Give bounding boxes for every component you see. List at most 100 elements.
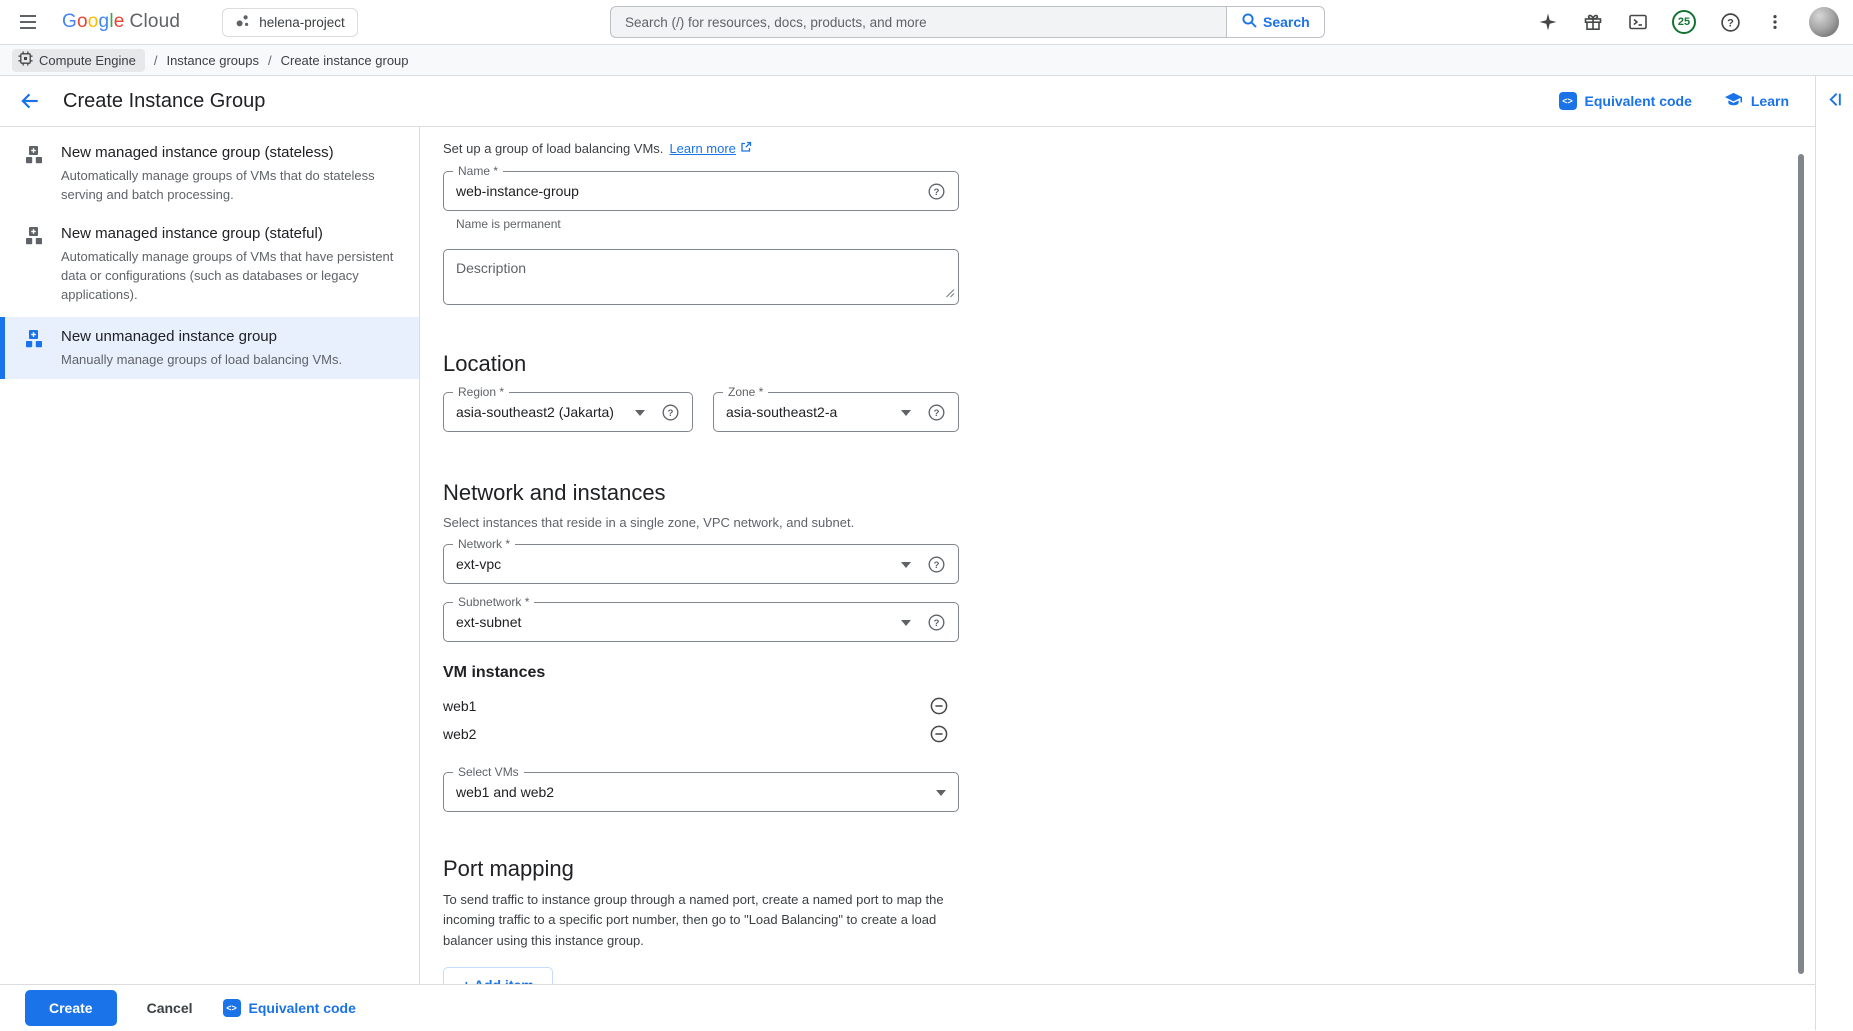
description-placeholder: Description [456, 260, 526, 276]
select-vms-value: web1 and web2 [456, 784, 928, 800]
zone-label: Zone * [723, 385, 768, 399]
instance-group-type-list: New managed instance group (stateless) A… [0, 127, 420, 984]
vm-instance-row: web2 [443, 720, 959, 748]
subnetwork-value: ext-subnet [456, 614, 893, 630]
select-vms-label: Select VMs [453, 765, 524, 779]
name-helper-text: Name is permanent [443, 217, 1815, 231]
project-icon [235, 13, 251, 32]
compute-engine-chip-icon [18, 51, 33, 69]
side-panel-rail [1815, 76, 1853, 1030]
vm-instance-name: web2 [443, 726, 476, 742]
more-vert-icon[interactable] [1764, 11, 1786, 33]
sidebar-item-managed-stateful[interactable]: New managed instance group (stateful) Au… [0, 214, 419, 314]
dropdown-arrow-icon [936, 783, 946, 801]
instance-group-icon [25, 143, 45, 204]
region-help-icon[interactable]: ? [661, 403, 680, 422]
back-arrow-icon[interactable] [18, 89, 42, 113]
breadcrumb-current: Create instance group [281, 53, 409, 68]
resize-handle-icon[interactable] [944, 285, 955, 301]
add-port-button[interactable]: + Add item [443, 967, 553, 984]
sidebar-item-title: New managed instance group (stateful) [61, 224, 403, 244]
dropdown-arrow-icon [635, 403, 645, 421]
sidebar-item-title: New managed instance group (stateless) [61, 143, 403, 163]
top-app-bar: Google Cloud helena-project Search [0, 0, 1853, 45]
equivalent-code-button[interactable]: <> Equivalent code [1559, 92, 1692, 110]
dropdown-arrow-icon [901, 403, 911, 421]
equivalent-code-button-footer[interactable]: <> Equivalent code [223, 999, 356, 1017]
sidebar-item-description: Automatically manage groups of VMs that … [61, 166, 403, 204]
project-name: helena-project [259, 15, 345, 30]
create-button[interactable]: Create [25, 990, 117, 1026]
sidebar-item-unmanaged[interactable]: New unmanaged instance group Manually ma… [0, 317, 419, 379]
sidebar-item-managed-stateless[interactable]: New managed instance group (stateless) A… [0, 133, 419, 214]
search-icon [1241, 12, 1258, 32]
svg-text:?: ? [668, 408, 674, 419]
port-mapping-description: To send traffic to instance group throug… [443, 890, 965, 951]
name-field[interactable]: Name * web-instance-group ? [443, 171, 959, 211]
form-intro-text: Set up a group of load balancing VMs. [443, 141, 663, 156]
svg-text:?: ? [1727, 17, 1734, 29]
svg-text:?: ? [934, 408, 940, 419]
region-value: asia-southeast2 (Jakarta) [456, 404, 627, 420]
remove-vm-icon[interactable] [929, 724, 949, 744]
hamburger-menu-icon[interactable] [16, 10, 40, 34]
breadcrumb-instance-groups[interactable]: Instance groups [166, 53, 259, 68]
subnetwork-select[interactable]: Subnetwork * ext-subnet ? [443, 602, 959, 642]
gemini-sparkle-icon[interactable] [1537, 11, 1559, 33]
dropdown-arrow-icon [901, 613, 911, 631]
gift-icon[interactable] [1582, 11, 1604, 33]
name-value: web-instance-group [456, 183, 919, 199]
svg-text:?: ? [934, 560, 940, 571]
zone-select[interactable]: Zone * asia-southeast2-a ? [713, 392, 959, 432]
breadcrumb-separator: / [154, 53, 158, 68]
region-select[interactable]: Region * asia-southeast2 (Jakarta) ? [443, 392, 693, 432]
svg-text:?: ? [934, 618, 940, 629]
collapse-panel-icon[interactable] [1824, 88, 1846, 110]
zone-help-icon[interactable]: ? [927, 403, 946, 422]
learn-more-link[interactable]: Learn more [669, 141, 735, 156]
name-label: Name * [453, 164, 503, 178]
region-label: Region * [453, 385, 509, 399]
network-select[interactable]: Network * ext-vpc ? [443, 544, 959, 584]
account-avatar[interactable] [1809, 7, 1839, 37]
instance-group-icon [25, 327, 45, 369]
project-selector[interactable]: helena-project [222, 8, 358, 37]
select-vms-dropdown[interactable]: Select VMs web1 and web2 [443, 772, 959, 812]
code-icon: <> [1559, 92, 1577, 110]
network-heading: Network and instances [443, 480, 1815, 506]
search-button[interactable]: Search [1226, 6, 1325, 38]
search-input[interactable] [610, 6, 1226, 38]
credits-badge[interactable]: 25 [1672, 10, 1696, 34]
breadcrumb: Compute Engine / Instance groups / Creat… [0, 45, 1853, 76]
vm-instance-name: web1 [443, 698, 476, 714]
remove-vm-icon[interactable] [929, 696, 949, 716]
global-search: Search [610, 6, 1325, 38]
network-help-icon[interactable]: ? [927, 555, 946, 574]
learn-cap-icon [1724, 90, 1743, 112]
svg-text:?: ? [934, 187, 940, 198]
network-subtext: Select instances that reside in a single… [443, 515, 1815, 530]
page-header: Create Instance Group <> Equivalent code… [0, 76, 1815, 127]
vertical-scrollbar[interactable] [1798, 154, 1804, 974]
port-mapping-heading: Port mapping [443, 856, 1815, 882]
learn-button[interactable]: Learn [1724, 90, 1789, 112]
network-label: Network * [453, 537, 515, 551]
breadcrumb-separator: / [268, 53, 272, 68]
sidebar-item-description: Automatically manage groups of VMs that … [61, 247, 403, 304]
google-cloud-logo[interactable]: Google Cloud [62, 11, 180, 33]
breadcrumb-product[interactable]: Compute Engine [12, 49, 145, 72]
subnetwork-help-icon[interactable]: ? [927, 613, 946, 632]
dropdown-arrow-icon [901, 555, 911, 573]
description-field[interactable]: Description [443, 249, 959, 305]
name-help-icon[interactable]: ? [927, 182, 946, 201]
create-instance-group-form: Set up a group of load balancing VMs. Le… [420, 127, 1815, 984]
zone-value: asia-southeast2-a [726, 404, 893, 420]
page-title: Create Instance Group [63, 90, 265, 113]
location-heading: Location [443, 351, 1815, 377]
cancel-button[interactable]: Cancel [147, 1000, 193, 1016]
network-value: ext-vpc [456, 556, 893, 572]
vm-instance-row: web1 [443, 692, 959, 720]
instance-group-icon [25, 224, 45, 304]
help-icon[interactable]: ? [1719, 11, 1741, 33]
cloud-shell-icon[interactable] [1627, 11, 1649, 33]
